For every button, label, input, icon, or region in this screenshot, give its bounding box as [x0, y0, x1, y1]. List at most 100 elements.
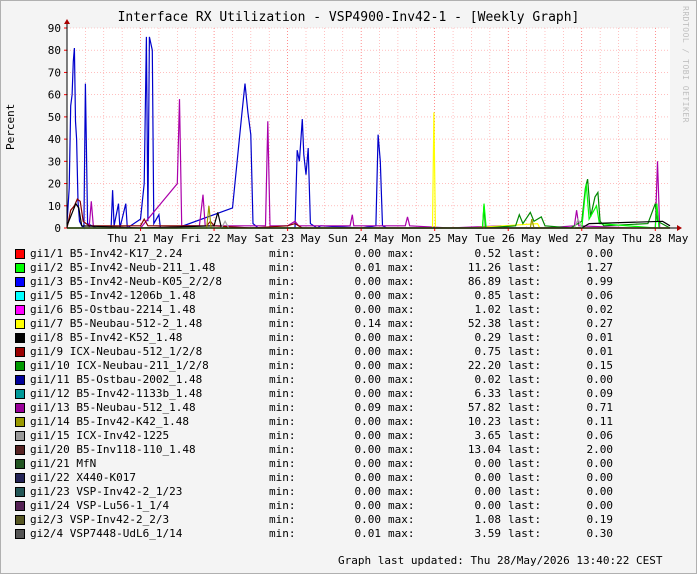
legend-min-value: 0.00 [354, 247, 382, 260]
legend-last-label: last: [508, 247, 542, 260]
legend-swatch [15, 319, 25, 329]
y-tick-label: 90 [48, 22, 61, 35]
x-tick-label: Tue 26 May [475, 232, 542, 245]
legend-max-label: max: [388, 499, 415, 512]
legend-min-label: min: [269, 527, 296, 540]
legend-row: gi1/13 B5-Neubau-512_1.48 min: 0.09 max: 57.… [14, 401, 694, 415]
legend-row: gi1/1 B5-Inv42-K17_2.24 min: 0.00 max: 0.52 l… [14, 247, 694, 261]
legend-max-value: 0.00 [474, 499, 502, 512]
legend-min-value: 0.00 [354, 415, 382, 428]
legend-max-value: 52.38 [467, 317, 501, 330]
legend-series-name: gi1/9 ICX-Neubau-512_1/2/8 [30, 345, 203, 358]
legend-last-value: 2.00 [586, 443, 614, 456]
legend-last-value: 0.06 [586, 289, 614, 302]
legend-last-label: last: [508, 429, 542, 442]
legend-last-value: 0.00 [586, 499, 614, 512]
legend-row: gi1/12 B5-Inv42-1133b_1.48 min: 0.00 max: 6.… [14, 387, 694, 401]
legend-swatch [15, 403, 25, 413]
legend-min-value: 0.00 [354, 387, 382, 400]
legend-last-value: 0.00 [586, 471, 614, 484]
legend-swatch [15, 487, 25, 497]
legend-row: gi1/14 B5-Inv42-K42_1.48 min: 0.00 max: 10.2… [14, 415, 694, 429]
legend-min-value: 0.00 [354, 499, 382, 512]
legend-series-name: gi1/24 VSP-Lu56-1_1/4 [30, 499, 170, 512]
legend-row: gi1/22 X440-K017 min: 0.00 max: 0.00 last: 0.0… [14, 471, 694, 485]
legend-row: gi1/11 B5-Ostbau-2002_1.48 min: 0.00 max: 0.… [14, 373, 694, 387]
legend-min-label: min: [269, 415, 296, 428]
legend-max-value: 0.75 [474, 345, 502, 358]
legend-row: gi1/7 B5-Neubau-512-2_1.48 min: 0.14 max: 52… [14, 317, 694, 331]
legend-series-name: gi1/3 B5-Inv42-Neub-K05_2/2/8 [30, 275, 223, 288]
legend-max-label: max: [388, 373, 415, 386]
legend-max-label: max: [388, 359, 415, 372]
legend-min-value: 0.14 [354, 317, 382, 330]
legend-min-value: 0.00 [354, 373, 382, 386]
legend-min-label: min: [269, 471, 296, 484]
legend-max-label: max: [388, 345, 415, 358]
legend-last-label: last: [508, 443, 542, 456]
legend-min-value: 0.00 [354, 345, 382, 358]
legend-min-value: 0.00 [354, 513, 382, 526]
legend-last-label: last: [508, 345, 542, 358]
legend-row: gi1/2 B5-Inv42-Neub-211_1.48 min: 0.01 max:… [14, 261, 694, 275]
legend-series-name: gi1/22 X440-K017 [30, 471, 136, 484]
legend-min-value: 0.01 [354, 261, 382, 274]
legend-row: gi1/3 B5-Inv42-Neub-K05_2/2/8 min: 0.00 max… [14, 275, 694, 289]
legend-last-value: 1.27 [586, 261, 614, 274]
legend-max-value: 0.29 [474, 331, 502, 344]
y-axis-arrow [64, 19, 70, 24]
legend-min-label: min: [269, 429, 296, 442]
legend-min-value: 0.00 [354, 429, 382, 442]
x-tick-label: Sun 24 May [328, 232, 395, 245]
legend-min-label: min: [269, 345, 296, 358]
legend-min-label: min: [269, 331, 296, 344]
legend-max-value: 0.52 [474, 247, 502, 260]
legend-min-label: min: [269, 303, 296, 316]
legend-last-value: 0.30 [586, 527, 614, 540]
legend-last-label: last: [508, 415, 542, 428]
legend-series-name: gi1/14 B5-Inv42-K42_1.48 [30, 415, 189, 428]
legend-last-label: last: [508, 275, 542, 288]
legend-min-label: min: [269, 317, 296, 330]
legend-last-label: last: [508, 331, 542, 344]
y-tick-label: 20 [48, 178, 61, 191]
legend-min-label: min: [269, 513, 296, 526]
y-tick-label: 10 [48, 200, 61, 213]
legend-last-label: last: [508, 261, 542, 274]
legend-swatch [15, 501, 25, 511]
legend-row: gi1/8 B5-Inv42-K52_1.48 min: 0.00 max: 0.29 l… [14, 331, 694, 345]
legend-min-label: min: [269, 275, 296, 288]
legend-max-label: max: [388, 317, 415, 330]
y-tick-label: 70 [48, 66, 61, 79]
legend-series-name: gi1/5 B5-Inv42-1206b_1.48 [30, 289, 196, 302]
legend-series-name: gi1/12 B5-Inv42-1133b_1.48 [30, 387, 203, 400]
legend-min-label: min: [269, 289, 296, 302]
legend-min-label: min: [269, 401, 296, 414]
legend-min-label: min: [269, 387, 296, 400]
legend-swatch [15, 389, 25, 399]
legend-min-value: 0.00 [354, 289, 382, 302]
legend-swatch [15, 431, 25, 441]
legend-swatch [15, 361, 25, 371]
legend-last-label: last: [508, 401, 542, 414]
legend-row: gi1/6 B5-Ostbau-2214_1.48 min: 0.00 max: 1.0… [14, 303, 694, 317]
legend-max-value: 10.23 [467, 415, 501, 428]
legend-max-value: 0.02 [474, 373, 502, 386]
legend-last-value: 0.19 [586, 513, 614, 526]
legend-swatch [15, 375, 25, 385]
legend-last-label: last: [508, 527, 542, 540]
y-tick-label: 40 [48, 133, 61, 146]
legend-swatch [15, 277, 25, 287]
legend-last-value: 0.00 [586, 485, 614, 498]
y-tick-label: 30 [48, 155, 61, 168]
legend-row: gi1/15 ICX-Inv42-1225 min: 0.00 max: 3.65 las… [14, 429, 694, 443]
legend-max-value: 1.08 [474, 513, 502, 526]
legend-max-label: max: [388, 247, 415, 260]
legend: gi1/1 B5-Inv42-K17_2.24 min: 0.00 max: 0.52 l… [14, 247, 694, 541]
legend-max-value: 0.85 [474, 289, 502, 302]
legend-last-label: last: [508, 373, 542, 386]
legend-max-label: max: [388, 527, 415, 540]
legend-swatch [15, 291, 25, 301]
legend-max-value: 13.04 [467, 443, 501, 456]
legend-max-label: max: [388, 429, 415, 442]
